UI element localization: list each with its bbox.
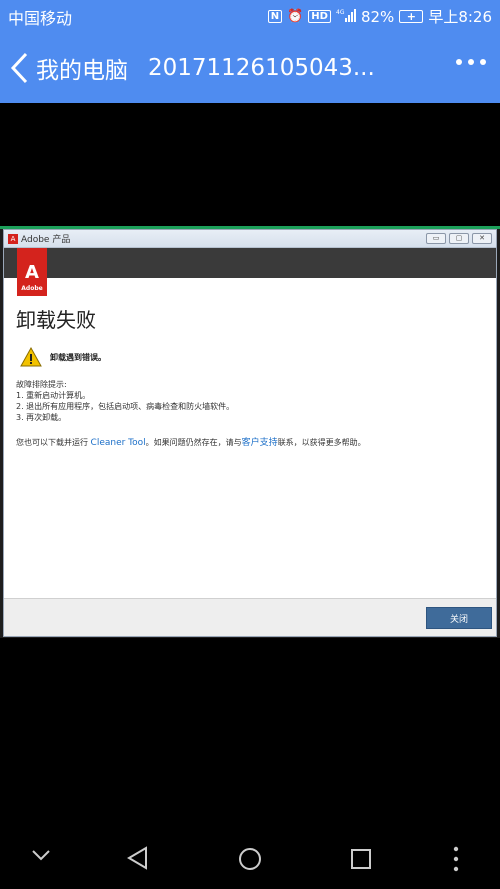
back-button[interactable] xyxy=(8,48,36,88)
tip-item: 3. 再次卸载。 xyxy=(16,413,67,422)
carrier-name: 中国移动 xyxy=(8,8,73,28)
tips-heading: 故障排除提示: xyxy=(16,380,67,389)
minimize-button[interactable]: ▭ xyxy=(426,233,446,244)
warning-icon xyxy=(20,347,42,367)
status-bar: 中国移动 N ⏰ HD 4G 82% + 早上8:26 xyxy=(0,0,500,33)
help-text: 您也可以下载并运行 Cleaner Tool。如果问题仍然存在，请与客户支持联系… xyxy=(16,438,366,448)
tip-item: 1. 重新启动计算机。 xyxy=(16,391,91,400)
close-button[interactable]: 关闭 xyxy=(426,607,492,629)
warning-message: 卸载遇到错误。 xyxy=(50,352,106,362)
triangle-back-icon xyxy=(127,846,147,870)
menu-nav-button[interactable] xyxy=(452,846,460,872)
tip-item: 2. 退出所有应用程序，包括启动项、病毒检查和防火墙软件。 xyxy=(16,402,235,411)
chevron-down-icon xyxy=(32,850,50,861)
nfc-icon: N xyxy=(267,10,283,23)
back-nav-button[interactable] xyxy=(126,846,150,870)
adobe-logo: A Adobe xyxy=(17,248,47,296)
dialog-title: Adobe 产品 xyxy=(21,235,71,245)
adobe-dialog: A Adobe 产品 ▭ ▢ ✕ A Adobe 卸载失败 卸载遇到错误。 故障… xyxy=(3,229,497,637)
back-label[interactable]: 我的电脑 xyxy=(36,51,128,85)
network-type: 4G xyxy=(336,9,345,16)
hd-icon: HD xyxy=(308,10,331,23)
chevron-left-icon xyxy=(10,52,28,84)
battery-icon: + xyxy=(399,10,424,23)
dialog-heading: 卸载失败 xyxy=(16,308,96,332)
dialog-header: A Adobe xyxy=(4,248,496,296)
alarm-icon: ⏰ xyxy=(287,9,304,24)
collapse-nav-button[interactable] xyxy=(30,848,52,862)
circle-home-icon xyxy=(239,848,261,870)
more-options-icon[interactable] xyxy=(456,59,486,65)
troubleshooting-tips: 故障排除提示: 1. 重新启动计算机。 2. 退出所有应用程序，包括启动项、病毒… xyxy=(16,379,484,423)
signal-icon: 4G xyxy=(336,8,356,25)
file-title: 20171126105043... xyxy=(148,55,375,81)
close-window-button[interactable]: ✕ xyxy=(472,233,492,244)
home-nav-button[interactable] xyxy=(238,847,262,871)
title-bar: 我的电脑 20171126105043... xyxy=(0,33,500,103)
battery-percent: 82% xyxy=(360,7,395,26)
dialog-titlebar: A Adobe 产品 ▭ ▢ ✕ xyxy=(4,230,496,248)
system-navigation-bar xyxy=(0,830,500,889)
square-recents-icon xyxy=(351,849,371,869)
customer-support-link[interactable]: 客户支持 xyxy=(242,438,278,448)
recents-nav-button[interactable] xyxy=(350,848,372,870)
maximize-button[interactable]: ▢ xyxy=(449,233,469,244)
dialog-footer: 关闭 xyxy=(4,598,496,636)
clock: 早上8:26 xyxy=(428,8,492,26)
vertical-dots-icon xyxy=(453,846,459,872)
adobe-small-icon: A xyxy=(8,233,18,244)
cleaner-tool-link[interactable]: Cleaner Tool xyxy=(91,438,146,448)
